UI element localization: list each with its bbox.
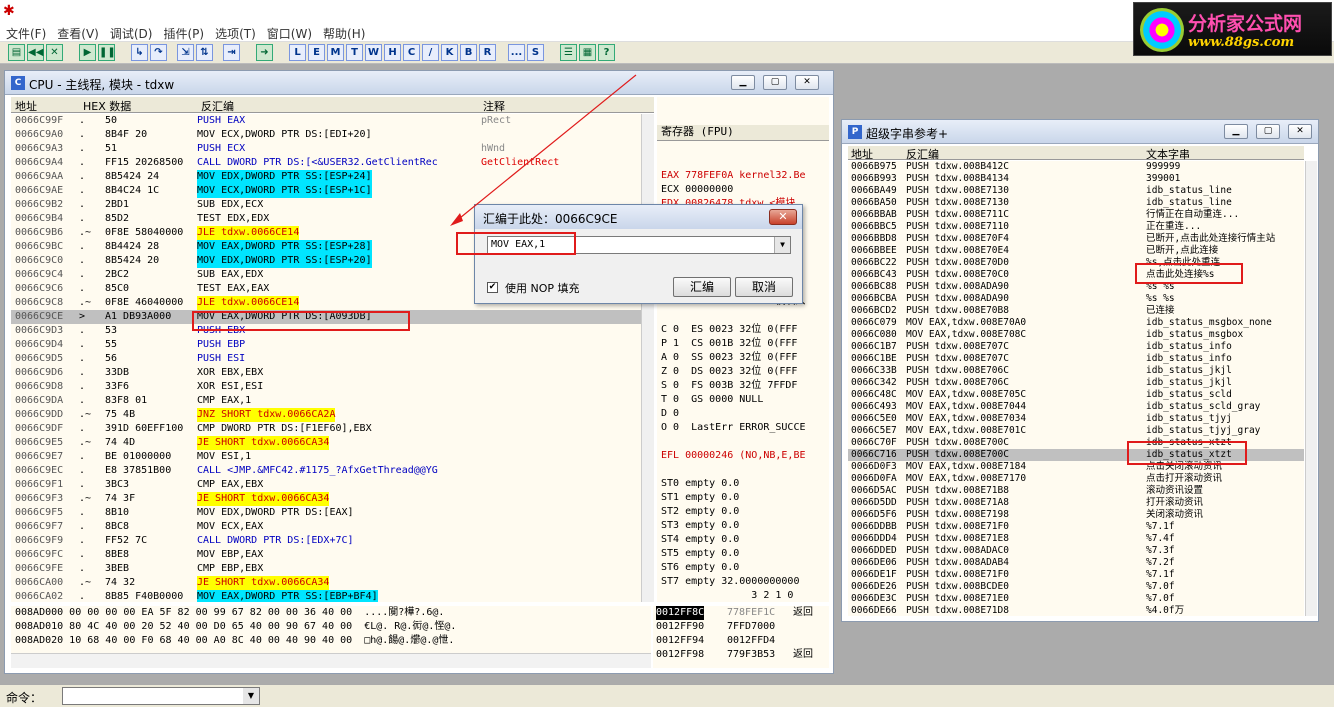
annotation-arrow — [450, 74, 637, 226]
